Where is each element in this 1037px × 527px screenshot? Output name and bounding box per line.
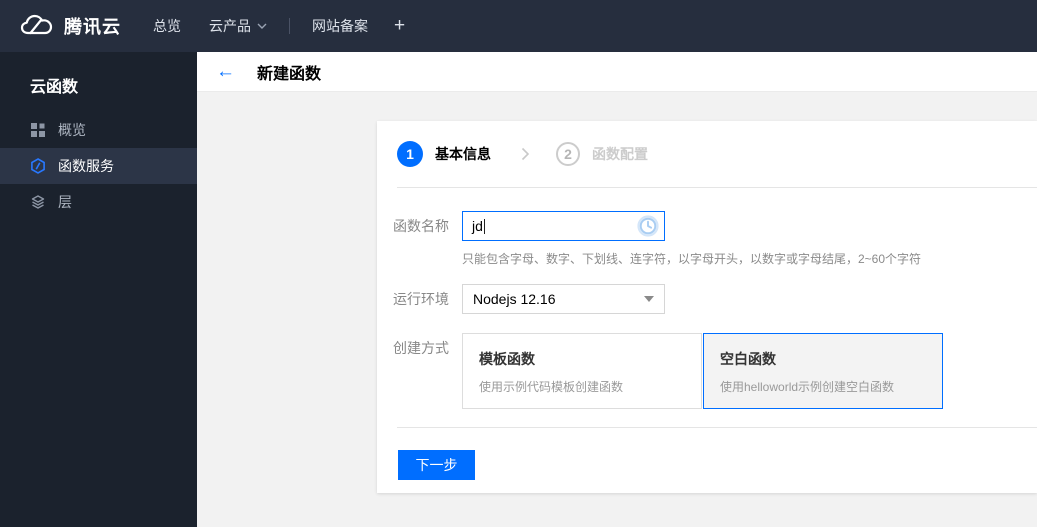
sidebar: 云函数 概览 函数服务 层 [0, 52, 197, 527]
add-tab-button[interactable]: + [382, 0, 417, 52]
sidebar-item-label: 层 [58, 194, 72, 210]
step-label: 基本信息 [435, 146, 491, 162]
footer-divider [397, 427, 1037, 428]
sidebar-item-overview[interactable]: 概览 [0, 112, 197, 148]
method-card-description: 使用helloworld示例创建空白函数 [720, 380, 895, 394]
tencent-cloud-logo-icon [20, 14, 54, 38]
function-name-row: 函数名称 jd 只能包含字母、数字、下划线、连字符，以字母开头，以数字或字母结尾… [393, 211, 1037, 267]
basic-info-form: 函数名称 jd 只能包含字母、数字、下划线、连字符，以字母开头，以数字或字母结尾… [377, 188, 1037, 409]
sidebar-item-label: 函数服务 [58, 158, 114, 174]
nav-item-overview[interactable]: 总览 [139, 0, 195, 52]
method-card-template[interactable]: 模板函数 使用示例代码模板创建函数 [462, 333, 702, 409]
nav-divider [289, 18, 290, 34]
next-step-button[interactable]: 下一步 [398, 450, 475, 480]
creation-method-label: 创建方式 [393, 340, 449, 356]
back-arrow-icon[interactable]: ← [216, 62, 235, 81]
page-header: ← 新建函数 [197, 52, 1037, 92]
nav-item-cloud-products[interactable]: 云产品 [195, 0, 281, 52]
validating-clock-icon [637, 215, 659, 237]
sidebar-item-function-service[interactable]: 函数服务 [0, 148, 197, 184]
input-value: jd [472, 218, 483, 234]
nav-item-website-filing[interactable]: 网站备案 [298, 0, 382, 52]
content-area: 1 基本信息 2 函数配置 函数名称 jd 只能包含字母、数字、下划线、连字符，… [197, 93, 1037, 527]
method-card-title: 空白函数 [720, 351, 776, 367]
function-service-icon [30, 158, 46, 174]
create-function-card: 1 基本信息 2 函数配置 函数名称 jd 只能包含字母、数字、下划线、连字符，… [377, 121, 1037, 493]
creation-method-row: 创建方式 模板函数 使用示例代码模板创建函数 空白函数 使用helloworld… [393, 333, 1037, 409]
chevron-down-icon [257, 23, 267, 29]
main-area: ← 新建函数 1 基本信息 2 函数配置 函数名称 jd 只能包含字母、数字、下… [197, 52, 1037, 527]
input-helper-text: 只能包含字母、数字、下划线、连字符，以字母开头，以数字或字母结尾，2~60个字符 [462, 252, 922, 266]
app-root: 腾讯云 总览 云产品 网站备案 + 云函数 概览 函数服务 层 ← 新建函数 1… [0, 0, 1037, 527]
function-name-field-group: jd 只能包含字母、数字、下划线、连字符，以字母开头，以数字或字母结尾，2~60… [462, 211, 921, 267]
brand[interactable]: 腾讯云 [0, 13, 121, 39]
sidebar-item-layers[interactable]: 层 [0, 184, 197, 220]
sidebar-title: 云函数 [30, 79, 79, 96]
sidebar-menu: 概览 函数服务 层 [0, 112, 197, 220]
step-number-badge: 1 [397, 141, 423, 167]
sidebar-item-label: 概览 [58, 122, 86, 138]
creation-method-cards: 模板函数 使用示例代码模板创建函数 空白函数 使用helloworld示例创建空… [462, 333, 943, 409]
page-title: 新建函数 [257, 65, 322, 83]
step-label: 函数配置 [592, 146, 648, 162]
top-navbar: 腾讯云 总览 云产品 网站备案 + [0, 0, 1037, 52]
runtime-select[interactable]: Nodejs 12.16 [462, 284, 665, 314]
method-card-description: 使用示例代码模板创建函数 [479, 380, 624, 394]
select-caret-icon [644, 296, 654, 302]
select-value: Nodejs 12.16 [473, 291, 556, 307]
step-number-badge: 2 [556, 142, 580, 166]
brand-name: 腾讯云 [64, 17, 121, 37]
text-cursor [483, 218, 485, 234]
function-name-input[interactable]: jd [462, 211, 665, 241]
top-nav-items: 总览 云产品 网站备案 + [139, 0, 417, 52]
method-card-blank[interactable]: 空白函数 使用helloworld示例创建空白函数 [703, 333, 943, 409]
step-chevron-icon [521, 147, 530, 161]
grid-overview-icon [30, 122, 46, 138]
method-card-title: 模板函数 [479, 351, 535, 367]
wizard-steps: 1 基本信息 2 函数配置 [377, 121, 1037, 187]
step-function-config: 2 函数配置 [556, 142, 648, 166]
function-name-label: 函数名称 [393, 218, 449, 234]
step-basic-info: 1 基本信息 [397, 141, 491, 167]
runtime-label: 运行环境 [393, 291, 449, 307]
nav-item-label: 云产品 [209, 18, 251, 34]
layers-icon [30, 194, 46, 210]
runtime-row: 运行环境 Nodejs 12.16 [393, 284, 1037, 314]
